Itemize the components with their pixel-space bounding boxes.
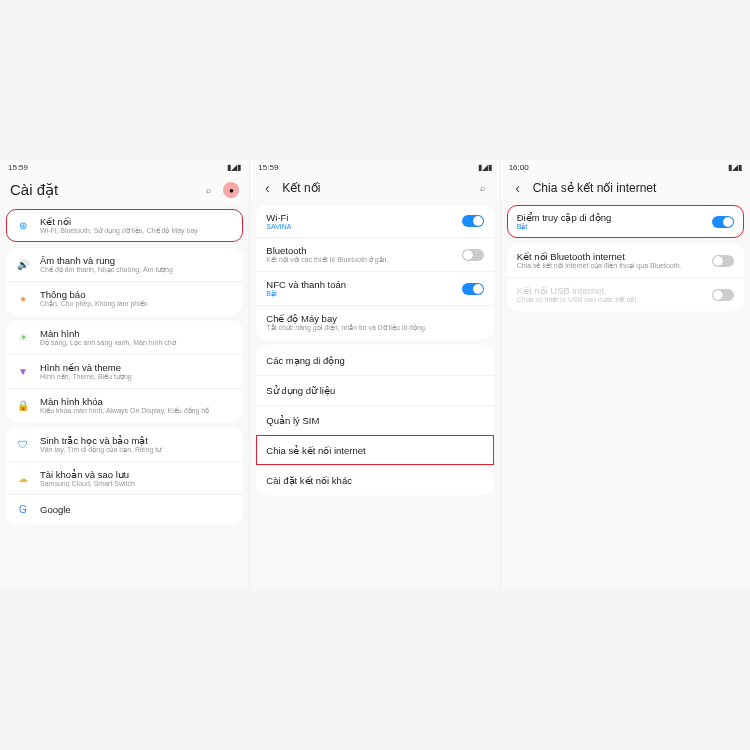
item-display[interactable]: ☀ Màn hình Độ sáng, Lọc ánh sáng xanh, M… xyxy=(6,321,243,354)
card-g2: Các mạng di động Sử dụng dữ liệu Quản lý… xyxy=(256,345,493,495)
header: Cài đặt ⌕ ● xyxy=(0,175,249,205)
status-bar: 15:59 ▮◢▮ xyxy=(250,160,499,175)
cloud-icon: ☁ xyxy=(16,473,30,484)
screen-connections: 15:59 ▮◢▮ ‹ Kết nối ⌕ Wi-Fi SAVINA Bluet… xyxy=(250,160,500,590)
item-bluetooth-tethering[interactable]: Kết nối Bluetooth internet Chia sẻ kết n… xyxy=(507,244,744,277)
usb-tether-toggle xyxy=(712,289,734,301)
item-bluetooth[interactable]: Bluetooth Kết nối với các thiết bị Bluet… xyxy=(256,237,493,271)
header: ‹ Chia sẻ kết nối internet xyxy=(501,175,750,201)
card-group-3: ☀ Màn hình Độ sáng, Lọc ánh sáng xanh, M… xyxy=(6,321,243,422)
tethering-list: Điểm truy cập di động Bật Kết nối Blueto… xyxy=(501,201,750,590)
item-sim-manager[interactable]: Quản lý SIM xyxy=(256,405,493,435)
google-icon: G xyxy=(16,504,30,515)
status-bar: 16:00 ▮◢▮ xyxy=(501,160,750,175)
search-icon[interactable]: ⌕ xyxy=(201,183,215,197)
connections-list: Wi-Fi SAVINA Bluetooth Kết nối với các t… xyxy=(250,201,499,590)
status-time: 16:00 xyxy=(509,163,529,172)
item-title: Kết nối xyxy=(40,216,233,227)
item-airplane[interactable]: Chế độ Máy bay Tắt chức năng gọi điện, n… xyxy=(256,305,493,339)
status-time: 15:59 xyxy=(258,163,278,172)
bluetooth-toggle[interactable] xyxy=(462,249,484,261)
header: ‹ Kết nối ⌕ xyxy=(250,175,499,201)
item-biometrics[interactable]: 🛡 Sinh trắc học và bảo mật Vân tay, Tìm … xyxy=(6,428,243,461)
settings-list: ⊛ Kết nối Wi-Fi, Bluetooth, Sử dụng dữ l… xyxy=(0,205,249,590)
item-nfc[interactable]: NFC và thanh toán Bật xyxy=(256,271,493,305)
item-sound[interactable]: 🔊 Âm thanh và rung Chế độ âm thanh, Nhạc… xyxy=(6,248,243,281)
card-mobile-hotspot: Điểm truy cập di động Bật xyxy=(507,205,744,238)
item-usb-tethering: Kết nối USB internet Chưa có thiết bị US… xyxy=(507,277,744,311)
lock-icon: 🔒 xyxy=(16,400,30,411)
item-wifi[interactable]: Wi-Fi SAVINA xyxy=(256,205,493,237)
profile-avatar[interactable]: ● xyxy=(223,182,239,198)
sun-icon: ☀ xyxy=(16,332,30,343)
page-title: Chia sẻ kết nối internet xyxy=(533,181,740,195)
screen-tethering: 16:00 ▮◢▮ ‹ Chia sẻ kết nối internet Điể… xyxy=(501,160,750,590)
item-accounts[interactable]: ☁ Tài khoản và sao lưu Samsung Cloud, Sm… xyxy=(6,461,243,494)
search-icon[interactable]: ⌕ xyxy=(476,181,490,195)
item-hotspot-tethering[interactable]: Chia sẻ kết nối internet xyxy=(256,435,493,465)
item-google[interactable]: G Google xyxy=(6,494,243,524)
item-theme[interactable]: ▼ Hình nền và theme Hình nền, Theme, Biể… xyxy=(6,354,243,388)
shield-icon: 🛡 xyxy=(16,439,30,450)
bt-tether-toggle[interactable] xyxy=(712,255,734,267)
item-connections[interactable]: ⊛ Kết nối Wi-Fi, Bluetooth, Sử dụng dữ l… xyxy=(6,209,243,242)
item-sub: Wi-Fi, Bluetooth, Sử dụng dữ liệu, Chế đ… xyxy=(40,227,233,235)
hotspot-toggle[interactable] xyxy=(712,216,734,228)
item-mobile-networks[interactable]: Các mạng di động xyxy=(256,345,493,375)
status-bar: 15:59 ▮◢▮ xyxy=(0,160,249,175)
card-group-2: 🔊 Âm thanh và rung Chế độ âm thanh, Nhạc… xyxy=(6,248,243,315)
item-more-connections[interactable]: Cài đặt kết nối khác xyxy=(256,465,493,495)
item-lockscreen[interactable]: 🔒 Màn hình khóa Kiểu khóa màn hình, Alwa… xyxy=(6,388,243,422)
wifi-icon: ⊛ xyxy=(16,220,30,231)
sound-icon: 🔊 xyxy=(16,259,30,270)
page-title: Cài đặt xyxy=(10,181,193,199)
item-notifications[interactable]: ● Thông báo Chặn, Cho phép, Không làm ph… xyxy=(6,281,243,315)
back-icon[interactable]: ‹ xyxy=(511,181,525,195)
card-connections: ⊛ Kết nối Wi-Fi, Bluetooth, Sử dụng dữ l… xyxy=(6,209,243,242)
wifi-toggle[interactable] xyxy=(462,215,484,227)
bell-icon: ● xyxy=(16,293,30,304)
page-title: Kết nối xyxy=(282,181,467,195)
card-group-4: 🛡 Sinh trắc học và bảo mật Vân tay, Tìm … xyxy=(6,428,243,524)
back-icon[interactable]: ‹ xyxy=(260,181,274,195)
status-icons: ▮◢▮ xyxy=(478,163,492,172)
item-mobile-hotspot[interactable]: Điểm truy cập di động Bật xyxy=(507,205,744,238)
theme-icon: ▼ xyxy=(16,366,30,377)
status-icons: ▮◢▮ xyxy=(728,163,742,172)
card-g1: Wi-Fi SAVINA Bluetooth Kết nối với các t… xyxy=(256,205,493,339)
status-icons: ▮◢▮ xyxy=(227,163,241,172)
screen-settings-main: 15:59 ▮◢▮ Cài đặt ⌕ ● ⊛ Kết nối Wi-Fi, B… xyxy=(0,160,250,590)
status-time: 15:59 xyxy=(8,163,28,172)
item-data-usage[interactable]: Sử dụng dữ liệu xyxy=(256,375,493,405)
card-tethering-others: Kết nối Bluetooth internet Chia sẻ kết n… xyxy=(507,244,744,311)
nfc-toggle[interactable] xyxy=(462,283,484,295)
